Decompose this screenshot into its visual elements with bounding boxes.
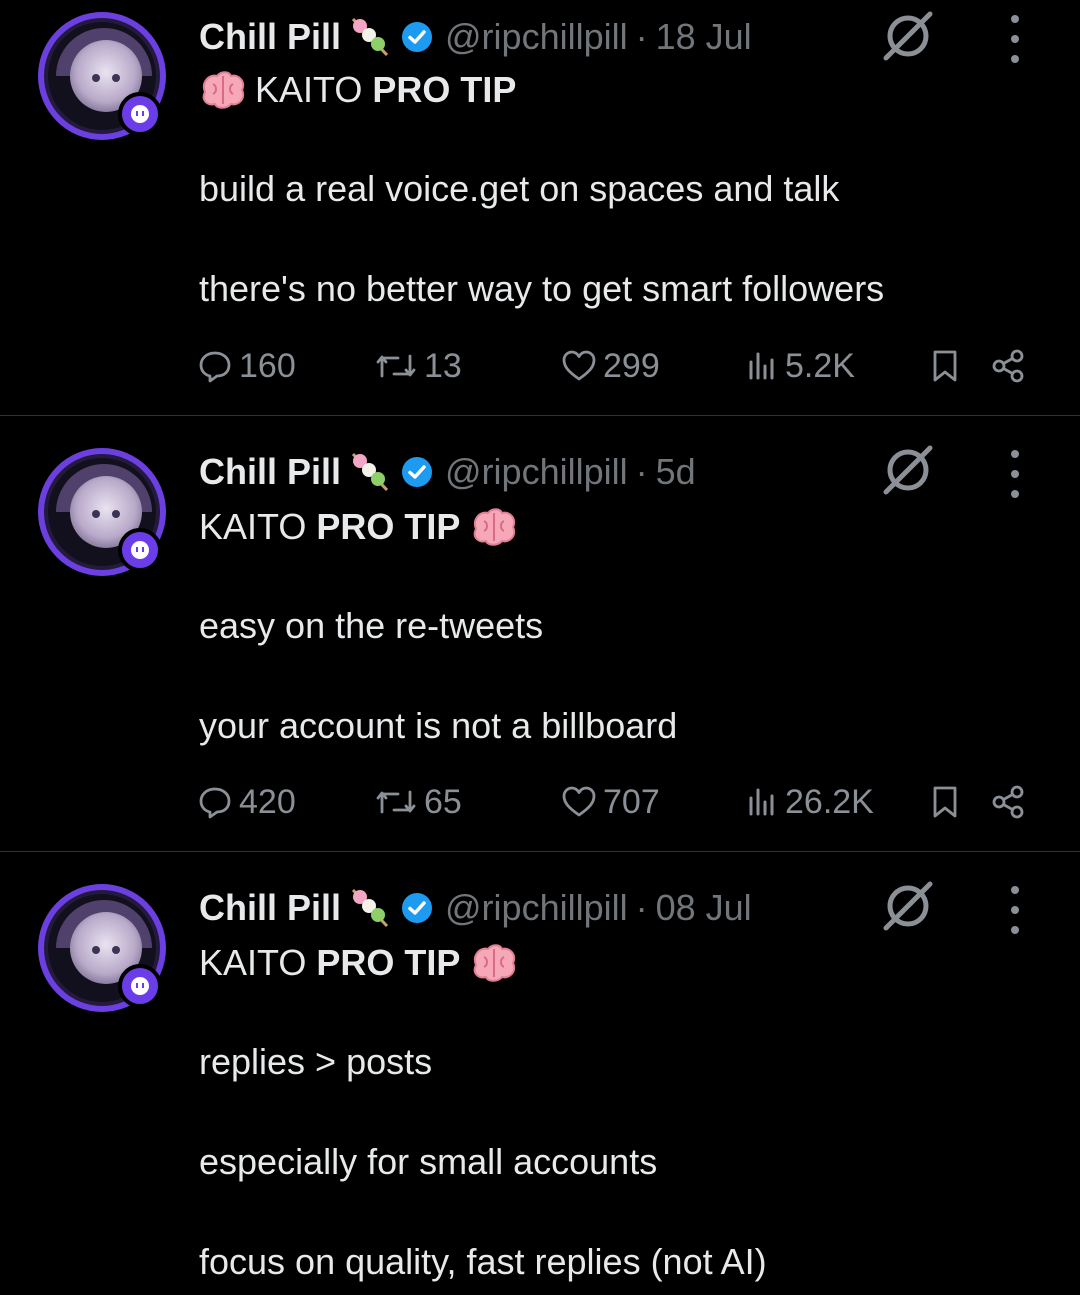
tweet-text-line: there's no better way to get smart follo… bbox=[199, 268, 885, 309]
dango-emoji-icon bbox=[351, 17, 389, 57]
spaces-badge-icon bbox=[118, 528, 162, 572]
bookmark-button[interactable] bbox=[927, 780, 963, 824]
more-icon[interactable] bbox=[1000, 450, 1030, 498]
spaces-badge-icon bbox=[118, 92, 162, 136]
like-button[interactable]: 707 bbox=[561, 780, 660, 824]
tweet-2[interactable]: Chill Pill @ripchillpill · 5d KAITO PRO … bbox=[0, 416, 1080, 851]
brain-emoji-icon bbox=[474, 944, 516, 982]
reply-icon bbox=[199, 787, 231, 819]
timestamp[interactable]: 18 Jul bbox=[656, 16, 752, 58]
share-button[interactable] bbox=[990, 780, 1026, 824]
share-icon bbox=[992, 349, 1024, 383]
views-icon bbox=[749, 352, 774, 380]
tweet-text-line: replies > posts bbox=[199, 1041, 433, 1082]
author-handle[interactable]: @ripchillpill bbox=[445, 451, 628, 493]
reply-button[interactable]: 160 bbox=[197, 344, 296, 388]
tip-label-bold: PRO TIP bbox=[372, 69, 517, 110]
like-icon bbox=[562, 786, 596, 817]
like-count: 299 bbox=[603, 346, 660, 385]
tip-label: KAITO bbox=[255, 69, 363, 110]
tip-label-bold: PRO TIP bbox=[316, 942, 461, 983]
repost-icon bbox=[376, 354, 416, 378]
verified-badge-icon bbox=[402, 893, 433, 923]
share-button[interactable] bbox=[990, 344, 1026, 388]
repost-button[interactable]: 13 bbox=[374, 344, 462, 388]
bookmark-icon bbox=[933, 350, 957, 382]
more-icon[interactable] bbox=[1000, 886, 1030, 934]
tweet-text-line: build a real voice.get on spaces and tal… bbox=[199, 168, 840, 209]
bookmark-button[interactable] bbox=[927, 344, 963, 388]
tweet-1[interactable]: Chill Pill @ripchillpill · 18 Jul KAITO … bbox=[0, 0, 1080, 415]
tip-label: KAITO bbox=[199, 942, 307, 983]
views-icon bbox=[749, 788, 774, 816]
reply-button[interactable]: 420 bbox=[197, 780, 296, 824]
repost-icon bbox=[376, 790, 416, 814]
like-icon bbox=[562, 350, 596, 381]
tweet-text-line: especially for small accounts bbox=[199, 1141, 658, 1182]
timestamp[interactable]: 5d bbox=[656, 451, 696, 493]
repost-count: 13 bbox=[424, 346, 462, 385]
reply-count: 420 bbox=[239, 782, 296, 821]
brain-emoji-icon bbox=[474, 508, 516, 546]
brain-emoji-icon bbox=[202, 71, 245, 109]
spaces-badge-icon bbox=[118, 964, 162, 1008]
avatar[interactable] bbox=[38, 884, 166, 1012]
tip-label-bold: PRO TIP bbox=[316, 506, 461, 547]
author-handle[interactable]: @ripchillpill bbox=[445, 16, 628, 58]
grok-icon[interactable] bbox=[880, 8, 936, 64]
separator-dot: · bbox=[635, 887, 648, 928]
author-name[interactable]: Chill Pill bbox=[199, 887, 341, 929]
avatar[interactable] bbox=[38, 12, 166, 140]
share-icon bbox=[992, 785, 1024, 819]
like-count: 707 bbox=[603, 782, 660, 821]
view-count: 26.2K bbox=[785, 782, 874, 821]
grok-icon[interactable] bbox=[880, 442, 936, 498]
dango-emoji-icon bbox=[351, 888, 389, 928]
view-count: 5.2K bbox=[785, 346, 855, 385]
grok-icon[interactable] bbox=[880, 878, 936, 934]
separator-dot: · bbox=[635, 16, 648, 57]
bookmark-icon bbox=[933, 786, 957, 818]
tweet-text-line: focus on quality, fast replies (not AI) bbox=[199, 1241, 767, 1282]
like-button[interactable]: 299 bbox=[561, 344, 660, 388]
tip-label: KAITO bbox=[199, 506, 307, 547]
repost-count: 65 bbox=[424, 782, 462, 821]
repost-button[interactable]: 65 bbox=[374, 780, 462, 824]
reply-count: 160 bbox=[239, 346, 296, 385]
author-handle[interactable]: @ripchillpill bbox=[445, 887, 628, 929]
verified-badge-icon bbox=[402, 22, 433, 52]
views-button[interactable]: 26.2K bbox=[745, 780, 874, 824]
separator-dot: · bbox=[635, 451, 648, 492]
timestamp[interactable]: 08 Jul bbox=[656, 887, 752, 929]
tweet-3[interactable]: Chill Pill @ripchillpill · 08 Jul KAITO … bbox=[0, 852, 1080, 1295]
verified-badge-icon bbox=[402, 457, 433, 487]
tweet-text-line: easy on the re-tweets bbox=[199, 605, 544, 646]
avatar[interactable] bbox=[38, 448, 166, 576]
views-button[interactable]: 5.2K bbox=[745, 344, 855, 388]
reply-icon bbox=[199, 351, 231, 383]
tweet-text-line: your account is not a billboard bbox=[199, 705, 678, 746]
author-name[interactable]: Chill Pill bbox=[199, 451, 341, 493]
more-icon[interactable] bbox=[1000, 15, 1030, 63]
dango-emoji-icon bbox=[351, 452, 389, 492]
author-name[interactable]: Chill Pill bbox=[199, 16, 341, 58]
